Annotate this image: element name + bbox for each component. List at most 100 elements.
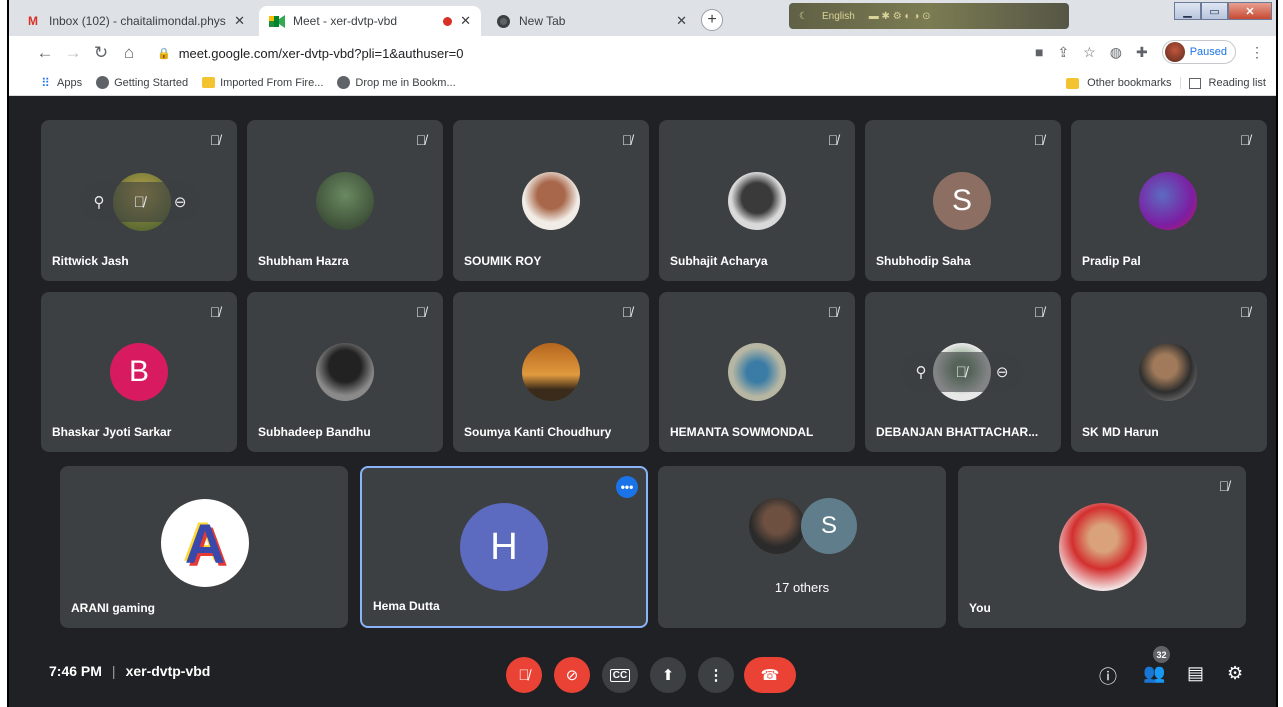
participant-tile[interactable]: 🎙̸ ⚲ 🎙̸ ⊖ DEBANJAN BHATTACHAR... bbox=[865, 292, 1061, 452]
participant-tile[interactable]: 🎙̸ Subhajit Acharya bbox=[659, 120, 855, 281]
window-close-icon[interactable]: ✕ bbox=[1228, 2, 1272, 20]
remove-icon[interactable]: ⊖ bbox=[996, 363, 1009, 381]
tile-hover-controls: ⚲ 🎙̸ ⊖ bbox=[79, 182, 201, 222]
participant-tile[interactable]: 🎙̸ B Bhaskar Jyoti Sarkar bbox=[41, 292, 237, 452]
participant-tile[interactable]: 🎙̸ S Shubhodip Saha bbox=[865, 120, 1061, 281]
apps-grid-icon: ⠿ bbox=[41, 75, 50, 90]
new-tab-button[interactable]: + bbox=[701, 9, 723, 31]
people-icon[interactable]: 👥 bbox=[1143, 663, 1165, 684]
mic-toggle-button[interactable]: 🎙̸ bbox=[506, 657, 542, 693]
recording-icon bbox=[443, 16, 453, 26]
close-icon[interactable]: ✕ bbox=[460, 13, 471, 29]
self-tile[interactable]: 🎙̸ You bbox=[958, 466, 1246, 628]
screen-frame: M Inbox (102) - chaitalimondal.phys ✕ Me… bbox=[7, 0, 1278, 707]
bookmark-apps[interactable]: ⠿ Apps bbox=[39, 75, 83, 90]
avatar: S bbox=[801, 498, 857, 554]
reading-list[interactable]: Reading list bbox=[1209, 77, 1266, 89]
others-tile[interactable]: S 17 others bbox=[658, 466, 946, 628]
bookmark-getting-started[interactable]: Getting Started bbox=[96, 76, 188, 89]
avatar bbox=[1059, 503, 1147, 591]
mic-off-icon: 🎙̸ bbox=[209, 304, 221, 320]
participant-tile[interactable]: 🎙̸ Shubham Hazra bbox=[247, 120, 443, 281]
other-bookmarks[interactable]: Other bookmarks bbox=[1087, 77, 1181, 89]
avatar-initial: B bbox=[128, 355, 149, 388]
maximize-icon[interactable]: ▭ bbox=[1201, 2, 1228, 20]
reading-list-icon bbox=[1188, 77, 1201, 89]
browser-toolbar: ← → ↻ ⌂ 🔒 meet.google.com/xer-dvtp-vbd?p… bbox=[9, 36, 1276, 70]
leave-call-button[interactable]: ☎ bbox=[744, 657, 796, 693]
share-icon[interactable]: ⇪ bbox=[1057, 44, 1069, 61]
profile-status: Paused bbox=[1189, 46, 1227, 58]
mute-participant-icon[interactable]: 🎙̸ bbox=[956, 364, 967, 381]
bookmark-label: Apps bbox=[57, 76, 83, 89]
bookmark-star-icon[interactable]: ☆ bbox=[1083, 44, 1096, 61]
menu-kebab-icon[interactable]: ⋮ bbox=[1250, 44, 1264, 61]
back-icon[interactable]: ← bbox=[31, 43, 59, 63]
taskbar-tray-icons: ▬ ✱ ⚙ ◐ ◑ ⊙ bbox=[868, 10, 931, 22]
separator: | bbox=[111, 663, 116, 679]
participant-name: Bhaskar Jyoti Sarkar bbox=[52, 425, 172, 439]
tab-meet[interactable]: Meet - xer-dvtp-vbd ✕ bbox=[259, 6, 481, 36]
camera-toggle-button[interactable]: ⊘ bbox=[554, 657, 590, 693]
address-bar[interactable]: 🔒 meet.google.com/xer-dvtp-vbd?pli=1&aut… bbox=[157, 40, 1017, 66]
close-icon[interactable]: ✕ bbox=[676, 13, 687, 29]
participant-tile[interactable]: 🎙̸ Soumya Kanti Choudhury bbox=[453, 292, 649, 452]
participant-tile[interactable]: 🎙̸ Pradip Pal bbox=[1071, 120, 1267, 281]
participant-name: Rittwick Jash bbox=[52, 254, 129, 268]
tab-newtab[interactable]: New Tab ✕ bbox=[485, 6, 697, 36]
forward-icon[interactable]: → bbox=[59, 43, 87, 63]
participant-name: Hema Dutta bbox=[373, 599, 440, 613]
present-icon: ⬆ bbox=[661, 667, 675, 684]
participant-tile[interactable]: 🎙̸ HEMANTA SOWMONDAL bbox=[659, 292, 855, 452]
participant-name: ARANI gaming bbox=[71, 601, 155, 615]
bookmarks-bar: ⠿ Apps Getting Started Imported From Fir… bbox=[9, 70, 1276, 96]
avatar-initial: S bbox=[820, 512, 837, 539]
participant-tile[interactable]: 🎙̸ Subhadeep Bandhu bbox=[247, 292, 443, 452]
profile-paused-button[interactable]: Paused bbox=[1161, 40, 1236, 64]
taskbar-overlay: ☾ English ▬ ✱ ⚙ ◐ ◑ ⊙ bbox=[789, 3, 1069, 29]
captions-button[interactable]: CC bbox=[602, 657, 638, 693]
more-options-icon[interactable]: ••• bbox=[616, 476, 638, 498]
participant-name: Shubham Hazra bbox=[258, 254, 349, 268]
avatar bbox=[522, 343, 580, 401]
activities-icon[interactable]: ⚙ bbox=[1227, 663, 1243, 684]
globe-icon bbox=[96, 76, 110, 89]
more-options-button[interactable]: ⋮ bbox=[698, 657, 734, 693]
participant-tile[interactable]: 🎙̸ ⚲ 🎙̸ ⊖ Rittwick Jash bbox=[41, 120, 237, 281]
present-button[interactable]: ⬆ bbox=[650, 657, 686, 693]
pin-icon[interactable]: ⚲ bbox=[916, 363, 927, 381]
bookmark-label: Drop me in Bookm... bbox=[355, 76, 456, 89]
participant-tile[interactable]: A ARANI gaming bbox=[60, 466, 348, 628]
participant-tile-speaking[interactable]: ••• H Hema Dutta bbox=[360, 466, 648, 628]
participant-name: Shubhodip Saha bbox=[876, 254, 971, 268]
bookmark-drop-me[interactable]: Drop me in Bookm... bbox=[337, 76, 456, 89]
remove-icon[interactable]: ⊖ bbox=[174, 193, 187, 211]
home-icon[interactable]: ⌂ bbox=[115, 43, 143, 63]
tab-title: New Tab bbox=[519, 14, 566, 28]
minimize-icon[interactable]: ▁ bbox=[1174, 2, 1201, 20]
bookmark-imported-folder[interactable]: Imported From Fire... bbox=[202, 77, 323, 89]
extensions-puzzle-icon[interactable]: ✚ bbox=[1136, 44, 1148, 61]
pin-icon[interactable]: ⚲ bbox=[94, 193, 105, 211]
mute-participant-icon[interactable]: 🎙̸ bbox=[134, 194, 145, 211]
mic-off-icon: 🎙̸ bbox=[621, 304, 633, 320]
browser-tabstrip: M Inbox (102) - chaitalimondal.phys ✕ Me… bbox=[9, 0, 1276, 36]
camera-off-icon: ⊘ bbox=[565, 667, 579, 684]
bookmarks-right: Other bookmarks Reading list bbox=[1066, 70, 1266, 96]
avatar bbox=[1139, 343, 1197, 401]
weather-icon: ☾ bbox=[799, 10, 808, 22]
close-icon[interactable]: ✕ bbox=[234, 13, 245, 29]
participant-tile[interactable]: 🎙̸ SOUMIK ROY bbox=[453, 120, 649, 281]
mic-off-icon: 🎙̸ bbox=[1033, 304, 1045, 320]
reload-icon[interactable]: ↻ bbox=[87, 43, 115, 63]
mic-off-icon: 🎙̸ bbox=[1218, 478, 1230, 494]
tab-gmail[interactable]: M Inbox (102) - chaitalimondal.phys ✕ bbox=[15, 6, 255, 36]
tile-hover-controls: ⚲ 🎙̸ ⊖ bbox=[901, 352, 1023, 392]
participant-tile[interactable]: 🎙̸ SK MD Harun bbox=[1071, 292, 1267, 452]
folder-icon bbox=[1066, 77, 1080, 89]
camera-indicator-icon[interactable]: ■ bbox=[1035, 44, 1043, 60]
meet-controls-bar: 7:46 PM | xer-dvtp-vbd 🎙̸ ⊘ CC ⬆ ⋮ ☎ ⓘ 👥… bbox=[9, 644, 1276, 707]
chat-icon[interactable]: ▤ bbox=[1187, 663, 1204, 684]
extension-globe-icon[interactable]: ◍ bbox=[1110, 44, 1122, 61]
meeting-details-icon[interactable]: ⓘ bbox=[1099, 663, 1117, 689]
